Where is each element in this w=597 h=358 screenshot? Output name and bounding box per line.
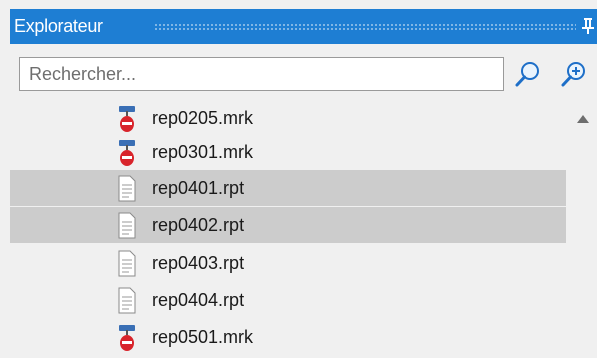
tree-item-label: rep0401.rpt	[152, 178, 245, 198]
marker-icon	[119, 140, 135, 166]
tree-item-label: rep0404.rpt	[152, 290, 245, 310]
zoom-in-icon[interactable]	[559, 59, 589, 89]
file-tree[interactable]: rep0205.mrk rep0301.mrk rep0401.rpt rep0…	[0, 100, 580, 358]
panel-title: Explorateur	[14, 16, 103, 36]
tree-item[interactable]: rep0401.rpt	[10, 170, 566, 206]
search-input[interactable]	[20, 58, 503, 90]
tree-item[interactable]: rep0404.rpt	[10, 282, 566, 318]
tree-item-label: rep0402.rpt	[152, 215, 245, 235]
search-icon[interactable]	[513, 59, 543, 89]
marker-icon	[119, 325, 135, 351]
document-icon	[118, 287, 136, 314]
tree-item[interactable]: rep0402.rpt	[10, 207, 566, 243]
tree-item-label: rep0205.mrk	[152, 108, 254, 128]
explorer-panel: Explorateur rep0205.mrk	[0, 0, 597, 358]
marker-icon	[119, 106, 135, 132]
tree-item[interactable]: rep0205.mrk	[10, 100, 566, 136]
scroll-up-arrow-icon[interactable]	[576, 114, 590, 124]
document-icon	[118, 212, 136, 239]
document-icon	[118, 175, 136, 202]
tree-item[interactable]: rep0403.rpt	[10, 245, 566, 281]
tree-item[interactable]: rep0501.mrk	[10, 319, 566, 355]
tree-item-label: rep0403.rpt	[152, 253, 245, 273]
tree-item[interactable]: rep0301.mrk	[10, 134, 566, 170]
pin-icon[interactable]	[581, 17, 595, 35]
title-bar-grip[interactable]	[154, 23, 576, 30]
tree-item-label: rep0501.mrk	[152, 327, 254, 347]
search-field[interactable]	[19, 57, 504, 91]
document-icon	[118, 250, 136, 277]
tree-item-label: rep0301.mrk	[152, 142, 254, 162]
explorer-title-bar[interactable]: Explorateur	[10, 9, 597, 44]
